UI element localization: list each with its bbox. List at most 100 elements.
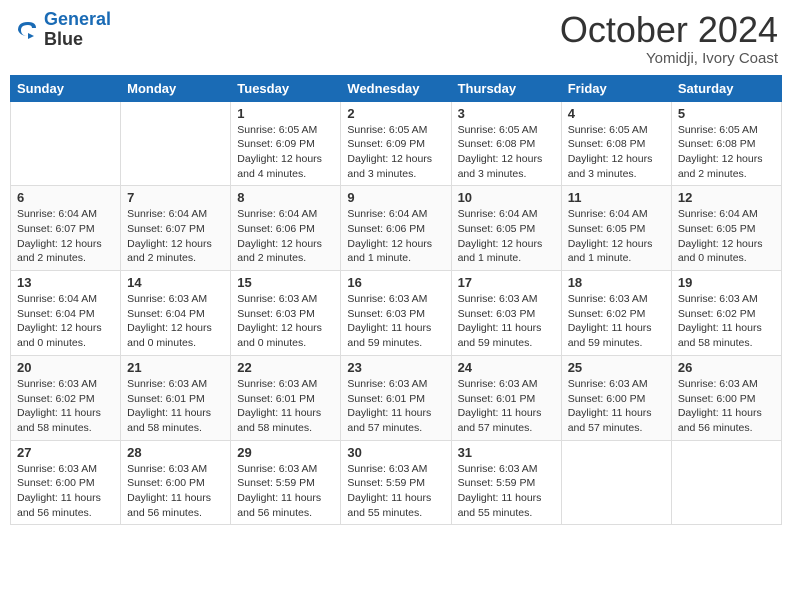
calendar-cell: 21 Sunrise: 6:03 AM Sunset: 6:01 PM Dayli… (121, 355, 231, 440)
day-info: Sunrise: 6:03 AM Sunset: 6:03 PM Dayligh… (347, 292, 444, 351)
day-number: 11 (568, 190, 665, 205)
day-number: 3 (458, 106, 555, 121)
calendar-cell: 20Sunrise: 6:03 AM Sunset: 6:02 PM Dayli… (11, 355, 121, 440)
day-number: 29 (237, 445, 334, 460)
calendar-cell: 2Sunrise: 6:05 AM Sunset: 6:09 PM Daylig… (341, 101, 451, 186)
calendar-header-row: SundayMondayTuesdayWednesdayThursdayFrid… (11, 75, 782, 101)
calendar-cell: 7Sunrise: 6:04 AM Sunset: 6:07 PM Daylig… (121, 186, 231, 271)
day-info: Sunrise: 6:04 AM Sunset: 6:06 PM Dayligh… (237, 207, 334, 266)
calendar-cell: 3 Sunrise: 6:05 AM Sunset: 6:08 PM Daylig… (451, 101, 561, 186)
calendar-cell: 25 Sunrise: 6:03 AM Sunset: 6:00 PM Dayli… (561, 355, 671, 440)
calendar-cell (121, 101, 231, 186)
day-info: Sunrise: 6:03 AM Sunset: 6:04 PM Dayligh… (127, 292, 224, 351)
day-number: 21 (127, 360, 224, 375)
day-number: 28 (127, 445, 224, 460)
day-info: Sunrise: 6:05 AM Sunset: 6:08 PM Dayligh… (458, 123, 555, 182)
day-number: 13 (17, 275, 114, 290)
logo: General Blue (14, 10, 111, 50)
calendar-cell: 15Sunrise: 6:03 AM Sunset: 6:03 PM Dayli… (231, 271, 341, 356)
day-number: 15 (237, 275, 334, 290)
day-info: Sunrise: 6:03 AM Sunset: 5:59 PM Dayligh… (237, 462, 334, 521)
calendar-cell: 28 Sunrise: 6:03 AM Sunset: 6:00 PM Dayli… (121, 440, 231, 525)
day-info: Sunrise: 6:04 AM Sunset: 6:06 PM Dayligh… (347, 207, 444, 266)
col-header-sunday: Sunday (11, 75, 121, 101)
calendar-cell: 29 Sunrise: 6:03 AM Sunset: 5:59 PM Dayli… (231, 440, 341, 525)
day-info: Sunrise: 6:04 AM Sunset: 6:07 PM Dayligh… (127, 207, 224, 266)
day-number: 6 (17, 190, 114, 205)
day-info: Sunrise: 6:03 AM Sunset: 6:01 PM Dayligh… (237, 377, 334, 436)
day-info: Sunrise: 6:03 AM Sunset: 6:00 PM Dayligh… (127, 462, 224, 521)
calendar-cell: 8 Sunrise: 6:04 AM Sunset: 6:06 PM Daylig… (231, 186, 341, 271)
calendar-week-row: 20Sunrise: 6:03 AM Sunset: 6:02 PM Dayli… (11, 355, 782, 440)
title-area: October 2024 Yomidji, Ivory Coast (560, 10, 778, 67)
day-info: Sunrise: 6:04 AM Sunset: 6:04 PM Dayligh… (17, 292, 114, 351)
day-info: Sunrise: 6:03 AM Sunset: 6:00 PM Dayligh… (678, 377, 775, 436)
day-number: 18 (568, 275, 665, 290)
calendar-week-row: 1Sunrise: 6:05 AM Sunset: 6:09 PM Daylig… (11, 101, 782, 186)
calendar-week-row: 13 Sunrise: 6:04 AM Sunset: 6:04 PM Dayli… (11, 271, 782, 356)
calendar-table: SundayMondayTuesdayWednesdayThursdayFrid… (10, 75, 782, 526)
day-info: Sunrise: 6:05 AM Sunset: 6:08 PM Dayligh… (678, 123, 775, 182)
calendar-cell: 4 Sunrise: 6:05 AM Sunset: 6:08 PM Daylig… (561, 101, 671, 186)
calendar-cell: 14 Sunrise: 6:03 AM Sunset: 6:04 PM Dayli… (121, 271, 231, 356)
day-number: 22 (237, 360, 334, 375)
day-number: 2 (347, 106, 444, 121)
day-number: 23 (347, 360, 444, 375)
logo-icon (14, 16, 42, 44)
col-header-thursday: Thursday (451, 75, 561, 101)
calendar-cell: 30 Sunrise: 6:03 AM Sunset: 5:59 PM Dayli… (341, 440, 451, 525)
day-info: Sunrise: 6:05 AM Sunset: 6:08 PM Dayligh… (568, 123, 665, 182)
day-number: 9 (347, 190, 444, 205)
day-number: 16 (347, 275, 444, 290)
calendar-cell: 5 Sunrise: 6:05 AM Sunset: 6:08 PM Daylig… (671, 101, 781, 186)
day-info: Sunrise: 6:03 AM Sunset: 6:00 PM Dayligh… (568, 377, 665, 436)
day-info: Sunrise: 6:04 AM Sunset: 6:07 PM Dayligh… (17, 207, 114, 266)
day-number: 1 (237, 106, 334, 121)
calendar-week-row: 27Sunrise: 6:03 AM Sunset: 6:00 PM Dayli… (11, 440, 782, 525)
day-number: 17 (458, 275, 555, 290)
col-header-monday: Monday (121, 75, 231, 101)
day-number: 25 (568, 360, 665, 375)
location: Yomidji, Ivory Coast (560, 50, 778, 67)
page-header: General Blue October 2024 Yomidji, Ivory… (10, 10, 782, 67)
col-header-saturday: Saturday (671, 75, 781, 101)
calendar-cell: 6 Sunrise: 6:04 AM Sunset: 6:07 PM Daylig… (11, 186, 121, 271)
calendar-cell: 22 Sunrise: 6:03 AM Sunset: 6:01 PM Dayli… (231, 355, 341, 440)
day-number: 26 (678, 360, 775, 375)
day-number: 4 (568, 106, 665, 121)
day-number: 10 (458, 190, 555, 205)
day-number: 30 (347, 445, 444, 460)
day-info: Sunrise: 6:03 AM Sunset: 6:03 PM Dayligh… (458, 292, 555, 351)
month-title: October 2024 (560, 10, 778, 50)
day-info: Sunrise: 6:04 AM Sunset: 6:05 PM Dayligh… (678, 207, 775, 266)
calendar-cell: 10Sunrise: 6:04 AM Sunset: 6:05 PM Dayli… (451, 186, 561, 271)
day-info: Sunrise: 6:03 AM Sunset: 5:59 PM Dayligh… (347, 462, 444, 521)
day-number: 12 (678, 190, 775, 205)
calendar-cell: 1Sunrise: 6:05 AM Sunset: 6:09 PM Daylig… (231, 101, 341, 186)
day-info: Sunrise: 6:03 AM Sunset: 6:01 PM Dayligh… (458, 377, 555, 436)
day-number: 19 (678, 275, 775, 290)
logo-text: General Blue (44, 10, 111, 50)
day-info: Sunrise: 6:03 AM Sunset: 6:02 PM Dayligh… (17, 377, 114, 436)
day-info: Sunrise: 6:03 AM Sunset: 5:59 PM Dayligh… (458, 462, 555, 521)
day-number: 8 (237, 190, 334, 205)
calendar-cell: 23Sunrise: 6:03 AM Sunset: 6:01 PM Dayli… (341, 355, 451, 440)
calendar-cell (11, 101, 121, 186)
calendar-cell: 24 Sunrise: 6:03 AM Sunset: 6:01 PM Dayli… (451, 355, 561, 440)
calendar-cell: 16 Sunrise: 6:03 AM Sunset: 6:03 PM Dayli… (341, 271, 451, 356)
day-number: 14 (127, 275, 224, 290)
day-info: Sunrise: 6:03 AM Sunset: 6:02 PM Dayligh… (568, 292, 665, 351)
col-header-tuesday: Tuesday (231, 75, 341, 101)
calendar-cell: 9 Sunrise: 6:04 AM Sunset: 6:06 PM Daylig… (341, 186, 451, 271)
col-header-wednesday: Wednesday (341, 75, 451, 101)
calendar-cell: 17 Sunrise: 6:03 AM Sunset: 6:03 PM Dayli… (451, 271, 561, 356)
day-number: 5 (678, 106, 775, 121)
day-info: Sunrise: 6:03 AM Sunset: 6:00 PM Dayligh… (17, 462, 114, 521)
calendar-cell (671, 440, 781, 525)
day-number: 24 (458, 360, 555, 375)
calendar-cell: 13 Sunrise: 6:04 AM Sunset: 6:04 PM Dayli… (11, 271, 121, 356)
calendar-cell: 18 Sunrise: 6:03 AM Sunset: 6:02 PM Dayli… (561, 271, 671, 356)
calendar-cell: 12 Sunrise: 6:04 AM Sunset: 6:05 PM Dayli… (671, 186, 781, 271)
day-info: Sunrise: 6:03 AM Sunset: 6:01 PM Dayligh… (127, 377, 224, 436)
day-number: 31 (458, 445, 555, 460)
